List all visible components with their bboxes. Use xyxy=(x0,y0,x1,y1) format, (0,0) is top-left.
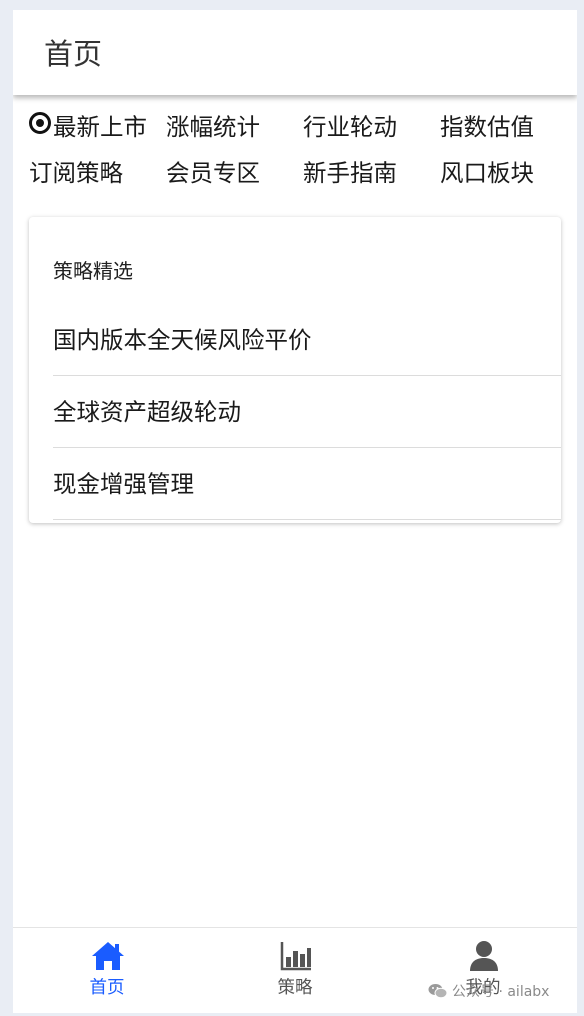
radio-selected-icon xyxy=(29,112,51,134)
tab-home[interactable]: 首页 xyxy=(13,928,201,1013)
strategy-card: 策略精选 国内版本全天候风险平价 全球资产超级轮动 现金增强管理 xyxy=(29,217,561,523)
nav-item-sector-rotation[interactable]: 行业轮动 xyxy=(303,110,397,144)
page-title: 首页 xyxy=(44,37,103,71)
nav-item-index-valuation[interactable]: 指数估值 xyxy=(440,110,534,144)
user-icon xyxy=(470,941,498,971)
home-icon xyxy=(92,942,124,970)
app-header: 首页 xyxy=(13,10,577,95)
nav-item-subscribe-strategy[interactable]: 订阅策略 xyxy=(29,156,123,190)
nav-item-beginner-guide[interactable]: 新手指南 xyxy=(303,156,397,190)
strategy-item[interactable]: 现金增强管理 xyxy=(53,449,561,520)
wechat-icon xyxy=(428,984,448,999)
strategy-item[interactable]: 全球资产超级轮动 xyxy=(53,377,561,448)
bar-chart-icon xyxy=(280,942,311,971)
tab-strategy[interactable]: 策略 xyxy=(201,928,389,1013)
watermark: 公众号 · ailabx xyxy=(428,982,549,1002)
app-window: 首页 最新上市 涨幅统计 行业轮动 指数估值 订阅策略 会员专区 新手指南 风口… xyxy=(13,10,577,1013)
nav-item-member-zone[interactable]: 会员专区 xyxy=(166,156,260,190)
tab-label: 首页 xyxy=(89,978,125,998)
nav-item-latest-listings[interactable]: 最新上市 xyxy=(29,110,147,144)
watermark-text: 公众号 · ailabx xyxy=(452,984,550,1000)
tab-label: 策略 xyxy=(277,978,313,998)
strategy-item[interactable]: 国内版本全天候风险平价 xyxy=(53,305,561,376)
nav-item-label: 最新上市 xyxy=(53,113,147,141)
strategy-card-title: 策略精选 xyxy=(53,259,133,283)
nav-item-hot-sectors[interactable]: 风口板块 xyxy=(440,156,534,190)
nav-item-gain-stats[interactable]: 涨幅统计 xyxy=(166,110,260,144)
